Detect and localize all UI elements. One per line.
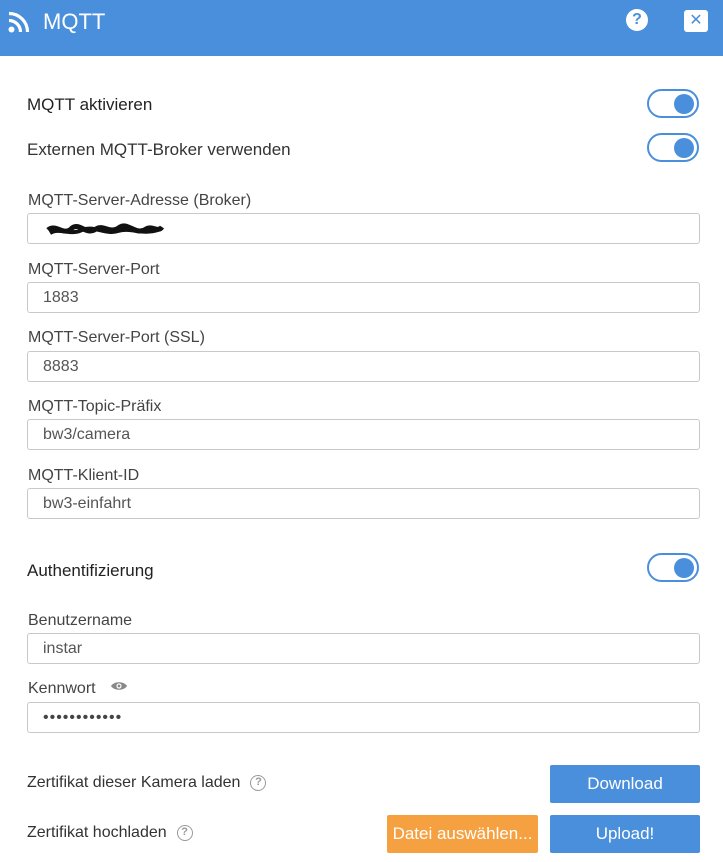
cert-load-label: Zertifikat dieser Kamera laden	[27, 774, 241, 791]
mqtt-enable-label: MQTT aktivieren	[27, 95, 153, 114]
download-button[interactable]: Download	[550, 765, 700, 803]
toggle-knob	[674, 557, 694, 578]
dialog-title: MQTT	[43, 9, 106, 34]
client-id-input[interactable]: bw3-einfahrt	[27, 488, 700, 519]
cert-upload-row: Zertifikat hochladen?	[27, 824, 193, 842]
dialog-header: MQTT ? ✕	[0, 0, 723, 56]
password-label: Kennwort	[28, 680, 96, 697]
server-address-input[interactable]	[27, 213, 700, 244]
server-port-ssl-input[interactable]: 8883	[27, 351, 700, 382]
client-id-label: MQTT-Klient-ID	[28, 467, 140, 484]
toggle-knob	[674, 137, 694, 158]
server-port-ssl-label: MQTT-Server-Port (SSL)	[28, 329, 205, 346]
cert-load-row: Zertifikat dieser Kamera laden?	[27, 774, 267, 792]
server-port-input[interactable]: 1883	[27, 282, 700, 313]
server-address-label: MQTT-Server-Adresse (Broker)	[28, 192, 252, 209]
password-label-row: Kennwort	[28, 680, 128, 698]
eye-icon[interactable]	[110, 680, 128, 692]
auth-label: Authentifizierung	[27, 561, 154, 580]
choose-file-button[interactable]: Datei auswählen...	[387, 815, 538, 853]
topic-prefix-input[interactable]: bw3/camera	[27, 419, 700, 450]
external-broker-label: Externen MQTT-Broker verwenden	[27, 140, 291, 159]
external-broker-toggle[interactable]	[647, 133, 699, 162]
help-circle-icon[interactable]: ?	[176, 825, 193, 841]
topic-prefix-label: MQTT-Topic-Präfix	[28, 398, 162, 415]
password-input[interactable]: ••••••••••••	[27, 702, 700, 733]
username-label: Benutzername	[28, 612, 133, 629]
cert-upload-label: Zertifikat hochladen	[27, 824, 167, 841]
help-circle-icon[interactable]: ?	[250, 775, 267, 791]
mqtt-enable-toggle[interactable]	[647, 89, 699, 118]
toggle-knob	[674, 93, 694, 114]
rss-icon	[8, 11, 30, 33]
close-icon[interactable]: ✕	[684, 10, 708, 32]
auth-toggle[interactable]	[647, 553, 699, 582]
redaction-scribble	[46, 223, 164, 235]
upload-button[interactable]: Upload!	[550, 815, 700, 853]
server-port-label: MQTT-Server-Port	[28, 261, 160, 278]
help-icon[interactable]: ?	[626, 9, 648, 31]
username-input[interactable]: instar	[27, 633, 700, 664]
